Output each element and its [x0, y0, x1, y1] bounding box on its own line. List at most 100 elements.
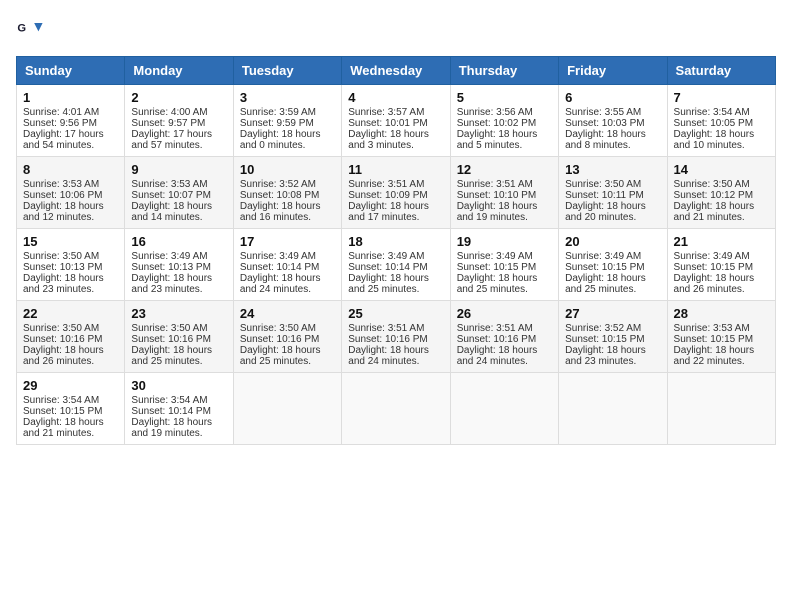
calendar-cell: 4Sunrise: 3:57 AMSunset: 10:01 PMDayligh…: [342, 85, 450, 157]
day-number: 1: [23, 90, 118, 105]
calendar-table: SundayMondayTuesdayWednesdayThursdayFrid…: [16, 56, 776, 445]
sunset-text: Sunset: 10:11 PM: [565, 190, 660, 201]
calendar-week-3: 15Sunrise: 3:50 AMSunset: 10:13 PMDaylig…: [17, 229, 776, 301]
sunset-text: Sunset: 10:16 PM: [23, 334, 118, 345]
day-header-thursday: Thursday: [450, 57, 558, 85]
sunrise-text: Sunrise: 3:53 AM: [23, 179, 118, 190]
day-number: 7: [674, 90, 769, 105]
day-number: 6: [565, 90, 660, 105]
day-header-friday: Friday: [559, 57, 667, 85]
calendar-cell: 19 Sunrise: 3:49 AMSunset: 10:15 PMDaylig…: [450, 229, 558, 301]
calendar-cell: 8Sunrise: 3:53 AMSunset: 10:06 PMDayligh…: [17, 157, 125, 229]
day-number: 12: [457, 162, 552, 177]
daylight-text: Daylight: 18 hours and 25 minutes.: [348, 273, 443, 295]
daylight-text: Daylight: 18 hours and 16 minutes.: [240, 201, 335, 223]
calendar-cell: [233, 373, 341, 445]
sunset-text: Sunset: 10:01 PM: [348, 118, 443, 129]
day-number: 16: [131, 234, 226, 249]
calendar-cell: 3Sunrise: 3:59 AMSunset: 9:59 PMDaylight…: [233, 85, 341, 157]
sunset-text: Sunset: 10:16 PM: [348, 334, 443, 345]
sunrise-text: Sunrise: 3:54 AM: [674, 107, 769, 118]
calendar-cell: 24Sunrise: 3:50 AMSunset: 10:16 PMDaylig…: [233, 301, 341, 373]
daylight-text: Daylight: 18 hours and 14 minutes.: [131, 201, 226, 223]
daylight-text: Daylight: 18 hours and 24 minutes.: [348, 345, 443, 367]
calendar-cell: 20Sunrise: 3:49 AMSunset: 10:15 PMDaylig…: [559, 229, 667, 301]
day-number: 8: [23, 162, 118, 177]
sunrise-text: Sunrise: 3:57 AM: [348, 107, 443, 118]
calendar-cell: 13Sunrise: 3:50 AMSunset: 10:11 PMDaylig…: [559, 157, 667, 229]
sunrise-text: Sunrise: 3:49 AM: [348, 251, 443, 262]
logo-icon: G: [16, 16, 44, 44]
sunrise-text: Sunrise: 3:49 AM: [565, 251, 660, 262]
sunrise-text: Sunrise: 3:50 AM: [131, 323, 226, 334]
sunset-text: Sunset: 10:15 PM: [565, 334, 660, 345]
daylight-text: Daylight: 18 hours and 22 minutes.: [674, 345, 769, 367]
day-header-tuesday: Tuesday: [233, 57, 341, 85]
calendar-cell: 12 Sunrise: 3:51 AMSunset: 10:10 PMDaylig…: [450, 157, 558, 229]
daylight-text: Daylight: 18 hours and 5 minutes.: [457, 129, 552, 151]
day-number: 18: [348, 234, 443, 249]
daylight-text: Daylight: 18 hours and 10 minutes.: [674, 129, 769, 151]
daylight-text: Daylight: 18 hours and 25 minutes.: [457, 273, 552, 295]
day-number: 13: [565, 162, 660, 177]
sunrise-text: Sunrise: 3:49 AM: [131, 251, 226, 262]
day-header-monday: Monday: [125, 57, 233, 85]
day-number: 4: [348, 90, 443, 105]
sunrise-text: Sunrise: 3:49 AM: [674, 251, 769, 262]
calendar-cell: 15Sunrise: 3:50 AMSunset: 10:13 PMDaylig…: [17, 229, 125, 301]
day-header-wednesday: Wednesday: [342, 57, 450, 85]
calendar-cell: [450, 373, 558, 445]
sunset-text: Sunset: 10:15 PM: [674, 334, 769, 345]
sunset-text: Sunset: 10:14 PM: [348, 262, 443, 273]
sunset-text: Sunset: 10:16 PM: [457, 334, 552, 345]
sunrise-text: Sunrise: 3:50 AM: [23, 251, 118, 262]
sunset-text: Sunset: 10:06 PM: [23, 190, 118, 201]
calendar-cell: [667, 373, 775, 445]
calendar-cell: 17Sunrise: 3:49 AMSunset: 10:14 PMDaylig…: [233, 229, 341, 301]
day-number: 27: [565, 306, 660, 321]
sunrise-text: Sunrise: 3:51 AM: [457, 179, 552, 190]
day-number: 19: [457, 234, 552, 249]
day-number: 26: [457, 306, 552, 321]
sunrise-text: Sunrise: 3:59 AM: [240, 107, 335, 118]
calendar-cell: 23Sunrise: 3:50 AMSunset: 10:16 PMDaylig…: [125, 301, 233, 373]
sunrise-text: Sunrise: 3:52 AM: [240, 179, 335, 190]
calendar-cell: 1Sunrise: 4:01 AMSunset: 9:56 PMDaylight…: [17, 85, 125, 157]
calendar-cell: 29Sunrise: 3:54 AMSunset: 10:15 PMDaylig…: [17, 373, 125, 445]
daylight-text: Daylight: 18 hours and 21 minutes.: [23, 417, 118, 439]
sunset-text: Sunset: 10:02 PM: [457, 118, 552, 129]
sunset-text: Sunset: 10:03 PM: [565, 118, 660, 129]
day-number: 25: [348, 306, 443, 321]
sunset-text: Sunset: 9:57 PM: [131, 118, 226, 129]
calendar-cell: 26Sunrise: 3:51 AMSunset: 10:16 PMDaylig…: [450, 301, 558, 373]
calendar-week-4: 22Sunrise: 3:50 AMSunset: 10:16 PMDaylig…: [17, 301, 776, 373]
calendar-cell: 18 Sunrise: 3:49 AMSunset: 10:14 PMDaylig…: [342, 229, 450, 301]
calendar-cell: [342, 373, 450, 445]
daylight-text: Daylight: 18 hours and 8 minutes.: [565, 129, 660, 151]
calendar-cell: [559, 373, 667, 445]
day-number: 28: [674, 306, 769, 321]
sunset-text: Sunset: 10:10 PM: [457, 190, 552, 201]
daylight-text: Daylight: 17 hours and 57 minutes.: [131, 129, 226, 151]
calendar-week-1: 1Sunrise: 4:01 AMSunset: 9:56 PMDaylight…: [17, 85, 776, 157]
day-number: 5: [457, 90, 552, 105]
calendar-cell: 5Sunrise: 3:56 AMSunset: 10:02 PMDayligh…: [450, 85, 558, 157]
day-header-sunday: Sunday: [17, 57, 125, 85]
sunset-text: Sunset: 10:15 PM: [23, 406, 118, 417]
day-number: 3: [240, 90, 335, 105]
daylight-text: Daylight: 18 hours and 26 minutes.: [674, 273, 769, 295]
sunrise-text: Sunrise: 3:49 AM: [457, 251, 552, 262]
calendar-cell: 7Sunrise: 3:54 AMSunset: 10:05 PMDayligh…: [667, 85, 775, 157]
calendar-cell: 30Sunrise: 3:54 AMSunset: 10:14 PMDaylig…: [125, 373, 233, 445]
sunrise-text: Sunrise: 3:50 AM: [240, 323, 335, 334]
sunset-text: Sunset: 9:59 PM: [240, 118, 335, 129]
sunset-text: Sunset: 10:15 PM: [457, 262, 552, 273]
calendar-cell: 28 Sunrise: 3:53 AMSunset: 10:15 PMDaylig…: [667, 301, 775, 373]
calendar-cell: 25 Sunrise: 3:51 AMSunset: 10:16 PMDaylig…: [342, 301, 450, 373]
day-number: 22: [23, 306, 118, 321]
sunrise-text: Sunrise: 3:53 AM: [674, 323, 769, 334]
sunrise-text: Sunrise: 3:51 AM: [348, 323, 443, 334]
daylight-text: Daylight: 18 hours and 23 minutes.: [565, 345, 660, 367]
sunset-text: Sunset: 9:56 PM: [23, 118, 118, 129]
daylight-text: Daylight: 18 hours and 19 minutes.: [457, 201, 552, 223]
